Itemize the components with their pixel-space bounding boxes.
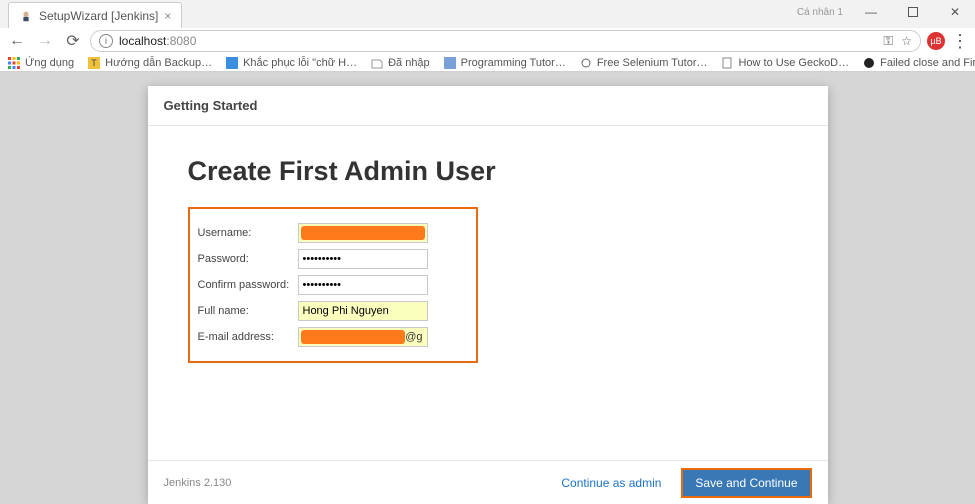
maximize-icon[interactable] <box>899 2 927 22</box>
minimize-icon[interactable]: — <box>857 2 885 22</box>
label-confirm: Confirm password: <box>198 279 298 291</box>
bookmark-item[interactable]: T Hướng dẫn Backup… <box>88 57 212 69</box>
continue-as-admin-button[interactable]: Continue as admin <box>551 470 671 496</box>
window-close-icon[interactable]: ✕ <box>941 2 969 22</box>
url-row: ← → ⟳ i localhost:8080 ⚿ ☆ µB ⋮ <box>0 28 975 54</box>
menu-icon[interactable]: ⋮ <box>951 31 969 52</box>
label-username: Username: <box>198 227 298 239</box>
back-icon[interactable]: ← <box>6 30 28 52</box>
username-field[interactable] <box>298 223 428 243</box>
jenkins-favicon <box>19 9 33 23</box>
svg-text:T: T <box>91 58 97 68</box>
bookmark-item[interactable]: Free Selenium Tutor… <box>580 57 708 69</box>
bookmark-item[interactable]: Programming Tutor… <box>444 57 566 69</box>
browser-tab[interactable]: SetupWizard [Jenkins] × <box>8 2 182 28</box>
bookmark-apps[interactable]: Ứng dụng <box>8 57 74 69</box>
label-password: Password: <box>198 253 298 265</box>
save-and-continue-button[interactable]: Save and Continue <box>681 468 811 498</box>
viewport: Getting Started Create First Admin User … <box>0 72 975 504</box>
profile-tag[interactable]: Cá nhân 1 <box>797 7 843 18</box>
fullname-field[interactable] <box>298 301 428 321</box>
email-field[interactable]: @g <box>298 327 428 347</box>
version-text: Jenkins 2.130 <box>164 477 232 489</box>
close-icon[interactable]: × <box>164 9 171 23</box>
url-bar[interactable]: i localhost:8080 ⚿ ☆ <box>90 30 921 52</box>
confirm-password-field[interactable] <box>298 275 428 295</box>
forward-icon[interactable]: → <box>34 30 56 52</box>
wizard-footer: Jenkins 2.130 Continue as admin Save and… <box>148 460 828 504</box>
label-email: E-mail address: <box>198 331 298 343</box>
tab-bar: SetupWizard [Jenkins] × Cá nhân 1 — ✕ <box>0 0 975 28</box>
bookmark-item[interactable]: Khắc phục lỗi "chữ H… <box>226 57 357 69</box>
info-icon[interactable]: i <box>99 34 113 48</box>
wizard-header: Getting Started <box>148 86 828 126</box>
page-title: Create First Admin User <box>188 156 788 187</box>
extension-icon[interactable]: µB <box>927 32 945 50</box>
password-field[interactable] <box>298 249 428 269</box>
bookmark-item[interactable]: Failed close and Fire… <box>863 57 975 69</box>
star-icon[interactable]: ☆ <box>901 34 912 48</box>
bookmark-item[interactable]: How to Use GeckoD… <box>721 57 849 69</box>
saved-password-icon[interactable]: ⚿ <box>883 33 893 49</box>
tab-title: SetupWizard [Jenkins] <box>39 9 158 23</box>
bookmarks-bar: Ứng dụng T Hướng dẫn Backup… Khắc phục l… <box>0 54 975 72</box>
label-fullname: Full name: <box>198 305 298 317</box>
url-text: localhost:8080 <box>119 34 196 48</box>
setup-wizard: Getting Started Create First Admin User … <box>148 86 828 504</box>
bookmark-item[interactable]: Đã nhập <box>371 57 430 69</box>
form-highlight: Username: Password: Confirm password: Fu… <box>188 207 478 363</box>
reload-icon[interactable]: ⟳ <box>62 30 84 52</box>
